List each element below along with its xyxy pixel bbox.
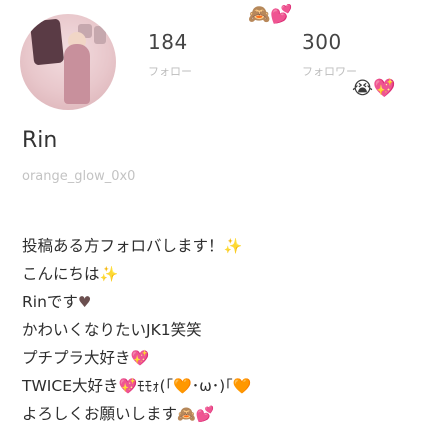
crying-heart-emoji-decoration: 😭💖 <box>352 78 396 99</box>
monkey-heart-emoji-decoration: 🙈💕 <box>248 4 293 25</box>
avatar-bag-detail <box>29 18 65 66</box>
avatar-window-detail <box>94 26 106 44</box>
sparkles-icon: ✨ <box>223 237 243 255</box>
monkey-heart-icon: 🙈💕 <box>177 405 215 423</box>
following-stat[interactable]: 184 フォロー <box>148 30 192 79</box>
profile-name: Rin <box>22 128 58 153</box>
bio-line: よろしくお願いします🙈💕 <box>22 400 251 428</box>
bio-line: かわいくなりたいJK1笑笑 <box>22 316 251 344</box>
bio-line-text: 投稿ある方フォロバします！ <box>22 237 224 255</box>
bio-line: TWICE大好き💖ﾓﾓｫ(｢🧡･ω･)｢🧡 <box>22 372 251 400</box>
heart-icon: ♥ <box>77 293 92 311</box>
followers-label: フォロワー <box>302 65 357 78</box>
bio-line: こんにちは✨ <box>22 260 251 288</box>
bio-line-text: よろしくお願いします <box>22 405 178 423</box>
profile-bio: 投稿ある方フォロバします！✨ こんにちは✨ Rinです♥ かわいくなりたいJK1… <box>22 232 251 428</box>
bio-line: Rinです♥ <box>22 288 251 316</box>
avatar-figure-detail <box>64 44 90 104</box>
heart-kaomoji-icon: 💖ﾓﾓｫ(｢🧡･ω･)｢🧡 <box>118 377 252 395</box>
bio-line: 投稿ある方フォロバします！✨ <box>22 232 251 260</box>
profile-username: orange_glow_0x0 <box>22 169 136 184</box>
sparkling-heart-icon: 💖 <box>130 349 150 367</box>
followers-stat[interactable]: 300 フォロワー <box>302 30 357 79</box>
bio-line-text: プチプラ大好き <box>22 349 131 367</box>
bio-line: プチプラ大好き💖 <box>22 344 251 372</box>
bio-line-text: かわいくなりたいJK1笑笑 <box>22 321 202 339</box>
bio-line-text: こんにちは <box>22 265 100 283</box>
bio-line-text: Rinです <box>22 293 78 311</box>
profile-avatar[interactable] <box>20 14 116 110</box>
sparkles-icon: ✨ <box>99 265 119 283</box>
followers-count: 300 <box>302 30 342 54</box>
following-count: 184 <box>148 30 188 54</box>
bio-line-text: TWICE大好き <box>22 377 119 395</box>
following-label: フォロー <box>148 65 192 78</box>
